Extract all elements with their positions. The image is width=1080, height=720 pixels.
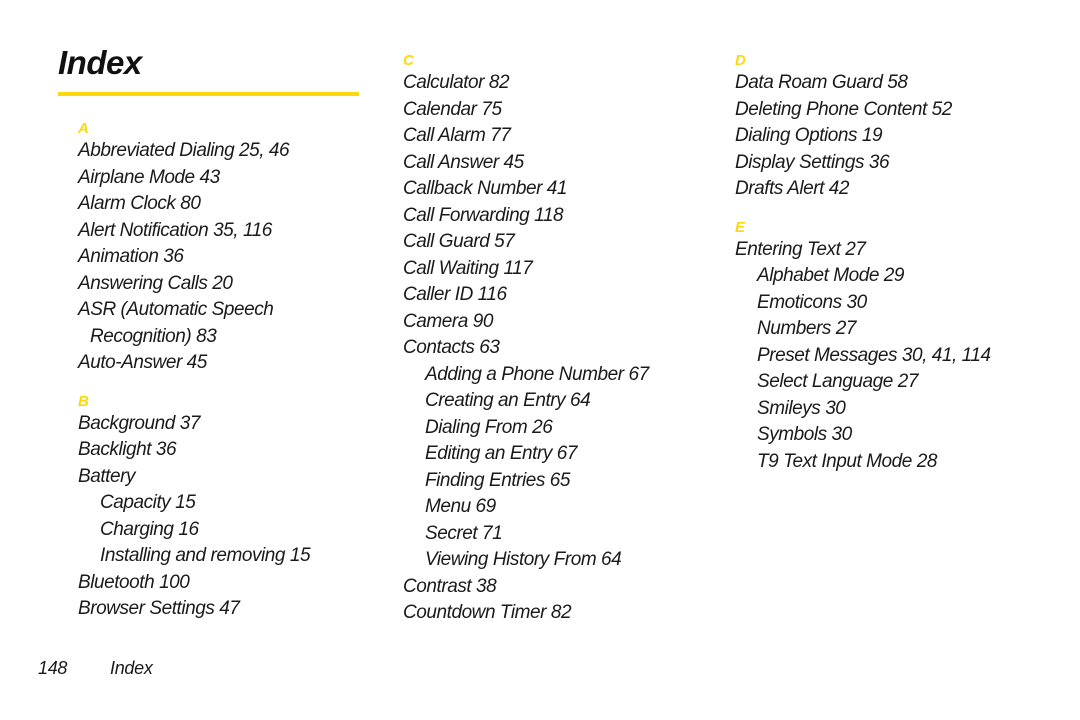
index-entry: Call Guard 57 (403, 231, 515, 252)
index-entry: Alert Notification 35, 116 (78, 219, 272, 241)
index-entry: Battery (78, 465, 136, 487)
section-letter-b: B (78, 392, 89, 410)
section-letter-e: E (735, 218, 746, 236)
index-entry: Drafts Alert 42 (735, 178, 849, 199)
index-entry: Alarm Clock 80 (78, 193, 201, 214)
section-letter-d: D (735, 52, 746, 69)
index-entry: Contrast 38 (403, 575, 497, 597)
index-entry: Call Answer 45 (403, 151, 524, 173)
index-entry: Callback Number 41 (403, 178, 568, 199)
page-footer: 148 Index (38, 658, 153, 679)
index-page: Index A Abbreviated Dialing 25, 46 Airplan… (0, 0, 1080, 720)
index-subentry: Dialing From 26 (425, 416, 553, 438)
index-entry: Animation 36 (78, 246, 184, 267)
index-subentry: Editing an Entry 67 (425, 443, 577, 464)
index-subentry: Finding Entries 65 (425, 469, 571, 491)
index-entry: Contacts 63 (403, 337, 500, 358)
index-entry: Abbreviated Dialing 25, 46 (78, 140, 290, 161)
index-subentry: T9 Text Input Mode 28 (757, 450, 937, 472)
index-subentry: Select Language 27 (757, 371, 918, 392)
index-entry: ASR (Automatic Speech (78, 299, 274, 320)
index-column-3: D Data Roam Guard 58 Deleting Phone Conten… (735, 52, 1045, 475)
index-subentry: Alphabet Mode 29 (757, 265, 905, 286)
index-entry: Entering Text 27 (735, 238, 866, 260)
index-entry: Countdown Timer 82 (403, 602, 572, 623)
index-entry: Camera 90 (403, 310, 493, 332)
index-entry: Bluetooth 100 (78, 571, 190, 593)
index-entry: Call Forwarding 118 (403, 204, 564, 226)
index-entry: Calendar 75 (403, 98, 502, 120)
section-letter-c: C (403, 52, 414, 69)
index-entry: Call Waiting 117 (403, 257, 533, 279)
index-column-2: C Calculator 82 Calendar 75 Call Alarm 77 Ca… (403, 52, 703, 627)
index-entry: Browser Settings 47 (78, 598, 240, 619)
footer-section-label: Index (110, 658, 153, 678)
index-entry: Calculator 82 (403, 72, 510, 93)
index-entry: Data Roam Guard 58 (735, 72, 908, 93)
index-subentry: Numbers 27 (757, 318, 856, 339)
index-subentry: Installing and removing 15 (100, 545, 311, 566)
index-columns: A Abbreviated Dialing 25, 46 Airplane Mode… (0, 0, 1080, 660)
index-entry: Background 37 (78, 412, 200, 434)
index-column-1: A Abbreviated Dialing 25, 46 Airplane Mode… (78, 52, 378, 623)
index-subentry: Menu 69 (425, 496, 496, 517)
index-subentry: Symbols 30 (757, 424, 852, 445)
index-subentry: Viewing History From 64 (425, 549, 622, 570)
index-entry-continuation: Recognition) 83 (90, 325, 217, 347)
index-subentry: Capacity 15 (100, 492, 196, 513)
index-subentry: Charging 16 (100, 518, 199, 540)
index-entry: Display Settings 36 (735, 151, 890, 173)
index-subentry: Creating an Entry 64 (425, 390, 591, 411)
index-subentry: Secret 71 (425, 522, 503, 544)
index-entry: Dialing Options 19 (735, 125, 883, 146)
index-entry: Caller ID 116 (403, 284, 507, 305)
index-entry: Deleting Phone Content 52 (735, 98, 952, 120)
index-subentry: Preset Messages 30, 41, 114 (757, 344, 991, 366)
index-entry: Auto-Answer 45 (78, 352, 207, 373)
section-letter-a: A (78, 120, 89, 137)
footer-page-number: 148 (38, 658, 68, 678)
index-subentry: Adding a Phone Number 67 (425, 363, 649, 385)
index-entry: Answering Calls 20 (78, 272, 233, 294)
index-subentry: Emoticons 30 (757, 291, 867, 313)
index-entry: Airplane Mode 43 (78, 166, 220, 188)
index-entry: Backlight 36 (78, 439, 177, 460)
index-entry: Call Alarm 77 (403, 125, 511, 146)
index-subentry: Smileys 30 (757, 397, 846, 419)
